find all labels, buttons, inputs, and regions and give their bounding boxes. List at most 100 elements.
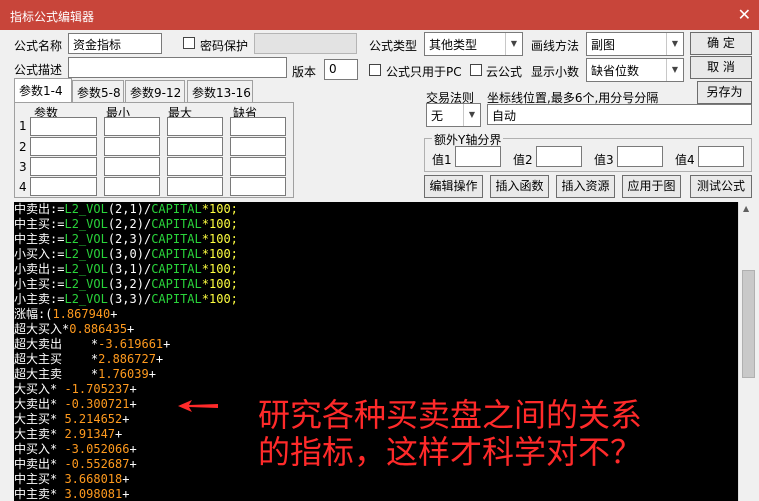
code-token: *100; — [201, 217, 238, 231]
type-label: 公式类型 — [369, 39, 418, 53]
tab-params-13-16[interactable]: 参数13-16 — [187, 80, 253, 102]
code-token: + — [122, 487, 130, 501]
test-formula-button[interactable]: 测试公式 — [690, 175, 752, 198]
code-token: CAPITAL — [151, 247, 202, 261]
code-line: 涨幅:(1.867940+ — [14, 307, 117, 322]
save-as-button[interactable]: 另存为 — [697, 81, 752, 104]
yaxis-label-4: 值4 — [675, 153, 695, 167]
version-field[interactable]: 0 — [324, 59, 358, 80]
param-3-default[interactable] — [230, 157, 286, 176]
coord-field[interactable]: 自动 — [487, 104, 752, 125]
tab-params-5-8[interactable]: 参数5-8 — [72, 80, 124, 102]
code-token: 超大买入 — [14, 322, 63, 336]
tab-params-1-4[interactable]: 参数1-4 — [14, 78, 72, 103]
code-line: 中主卖:=L2_VOL(2,3)/CAPITAL*100; — [14, 232, 238, 247]
decimals-select[interactable]: 缺省位数 ▼ — [586, 58, 684, 82]
code-token: CAPITAL — [151, 232, 202, 246]
name-label: 公式名称 — [14, 39, 63, 53]
code-line: 中主买* 3.668018+ — [14, 472, 129, 487]
code-token: + — [129, 397, 137, 411]
code-token: CAPITAL — [151, 202, 202, 216]
yaxis-value-2[interactable] — [536, 146, 582, 167]
code-token: 小主卖 — [14, 292, 51, 306]
code-token: 5.214652 — [64, 412, 123, 426]
insert-res-button[interactable]: 插入资源 — [556, 175, 615, 198]
code-token: 2.91347 — [64, 427, 116, 441]
code-token: + — [110, 307, 118, 321]
arrow-left-icon — [178, 400, 218, 412]
trade-rule-value: 无 — [431, 109, 444, 123]
param-3-name[interactable] — [30, 157, 97, 176]
param-3-min[interactable] — [104, 157, 160, 176]
scroll-thumb[interactable] — [742, 270, 755, 378]
code-token: 3.098081 — [64, 487, 123, 501]
code-line: 小买入:=L2_VOL(3,0)/CAPITAL*100; — [14, 247, 238, 262]
code-token: -3.052066 — [64, 442, 130, 456]
param-row-number: 1 — [19, 119, 27, 133]
window-title: 指标公式编辑器 — [10, 10, 95, 24]
trade-rule-select[interactable]: 无 ▼ — [426, 103, 481, 127]
vertical-scrollbar[interactable]: ▲ — [738, 202, 757, 501]
param-2-default[interactable] — [230, 137, 286, 156]
code-token: 中主卖* — [14, 487, 65, 501]
param-1-name[interactable] — [30, 117, 97, 136]
decimals-label: 显示小数 — [531, 65, 580, 79]
param-2-max[interactable] — [167, 137, 223, 156]
name-field[interactable]: 资金指标 — [68, 33, 162, 54]
code-token: *100; — [201, 292, 238, 306]
code-line: 超大卖出 *-3.619661+ — [14, 337, 170, 352]
code-token: := — [50, 202, 65, 216]
edit-ops-button[interactable]: 编辑操作 — [424, 175, 483, 198]
code-line: 小主买:=L2_VOL(3,2)/CAPITAL*100; — [14, 277, 238, 292]
param-1-default[interactable] — [230, 117, 286, 136]
code-token: CAPITAL — [151, 262, 202, 276]
password-checkbox[interactable] — [183, 37, 195, 49]
code-line: 大主卖* 2.91347+ — [14, 427, 122, 442]
param-row-number: 4 — [19, 180, 27, 194]
cloud-checkbox[interactable] — [470, 64, 482, 76]
param-2-name[interactable] — [30, 137, 97, 156]
param-2-min[interactable] — [104, 137, 160, 156]
param-3-max[interactable] — [167, 157, 223, 176]
tab-params-9-12[interactable]: 参数9-12 — [125, 80, 185, 102]
chevron-down-icon: ▼ — [463, 104, 480, 126]
param-4-name[interactable] — [30, 177, 97, 196]
yaxis-label-1: 值1 — [432, 153, 452, 167]
close-icon[interactable]: ✕ — [738, 5, 751, 24]
code-token: CAPITAL — [151, 277, 202, 291]
code-token: + — [148, 367, 156, 381]
code-line: 超大主买 *2.886727+ — [14, 352, 163, 367]
code-token: 中卖出* — [14, 457, 65, 471]
scroll-up-icon[interactable]: ▲ — [743, 204, 749, 213]
code-token: := — [50, 292, 65, 306]
param-1-max[interactable] — [167, 117, 223, 136]
param-1-min[interactable] — [104, 117, 160, 136]
decimals-value: 缺省位数 — [591, 64, 640, 78]
code-token: -0.552687 — [64, 457, 130, 471]
code-line: 大买入* -1.705237+ — [14, 382, 137, 397]
code-token: 大主买* — [14, 412, 65, 426]
yaxis-value-3[interactable] — [617, 146, 663, 167]
draw-select[interactable]: 副图 ▼ — [586, 32, 684, 56]
code-token: + — [129, 442, 137, 456]
cancel-button[interactable]: 取 消 — [690, 56, 752, 79]
password-field[interactable] — [254, 33, 357, 54]
desc-field[interactable] — [68, 57, 287, 78]
insert-func-button[interactable]: 插入函数 — [490, 175, 549, 198]
code-line: 中卖出* -0.552687+ — [14, 457, 137, 472]
apply-chart-button[interactable]: 应用于图 — [622, 175, 681, 198]
code-line: 中买入* -3.052066+ — [14, 442, 137, 457]
param-4-max[interactable] — [167, 177, 223, 196]
draw-value: 副图 — [591, 38, 616, 52]
yaxis-value-4[interactable] — [698, 146, 744, 167]
code-token: 超大主卖 * — [14, 367, 99, 381]
param-4-default[interactable] — [230, 177, 286, 196]
code-token: L2_VOL — [64, 217, 108, 231]
param-4-min[interactable] — [104, 177, 160, 196]
code-token: L2_VOL — [64, 277, 108, 291]
pc-only-checkbox[interactable] — [369, 64, 381, 76]
code-token: *100; — [201, 277, 238, 291]
type-select[interactable]: 其他类型 ▼ — [424, 32, 523, 56]
ok-button[interactable]: 确 定 — [690, 32, 752, 55]
yaxis-value-1[interactable] — [455, 146, 501, 167]
